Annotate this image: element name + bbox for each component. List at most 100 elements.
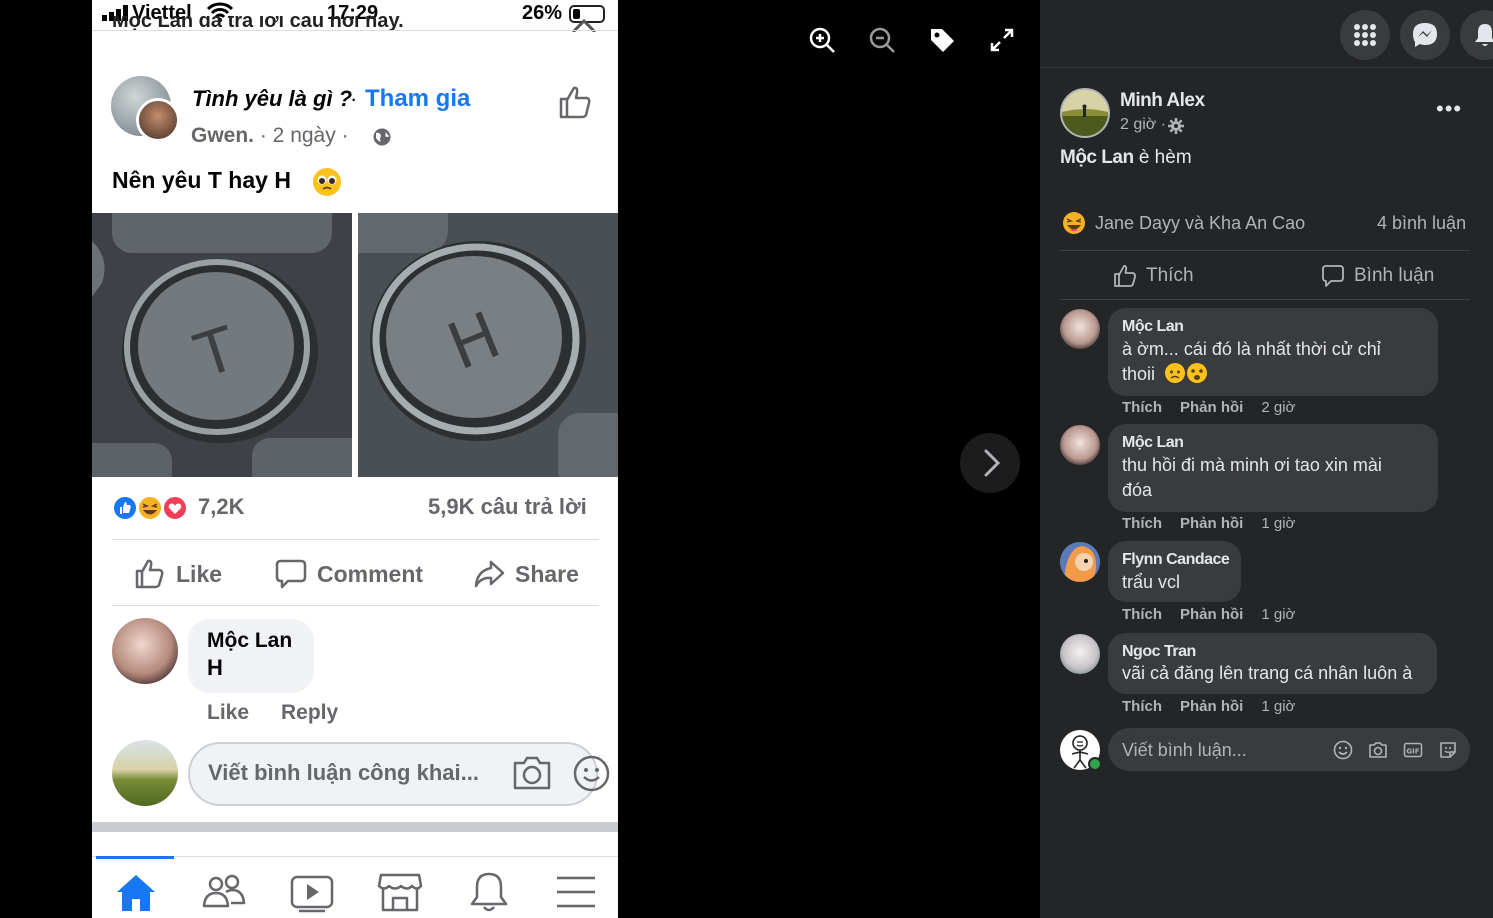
share-button[interactable]: Share (473, 556, 579, 592)
write-comment-placeholder: Viết bình luận... (1122, 740, 1247, 760)
marketplace-icon[interactable] (377, 870, 423, 914)
comment-line: vãi cả đăng lên trang cá nhân luôn à (1122, 663, 1413, 683)
divider (112, 605, 599, 606)
pleading-face-icon (313, 168, 341, 196)
thumbs-up-icon (1114, 265, 1136, 287)
panel-comment-button[interactable]: Bình luận (1321, 264, 1434, 288)
menu-grid-button[interactable] (1340, 10, 1390, 60)
haha-reaction-icon[interactable] (1062, 211, 1086, 235)
comment-like-link[interactable]: Thích (1122, 606, 1162, 623)
comment-button[interactable]: Comment (275, 556, 423, 592)
comment-reply-link[interactable]: Phản hồi (1180, 606, 1243, 623)
caption-text: è hèm (1133, 147, 1192, 168)
answers-count[interactable]: 5,9K câu trả lời (428, 494, 587, 520)
comment-time[interactable]: 1 giờ (1261, 606, 1295, 623)
friends-icon[interactable] (201, 870, 247, 914)
comment-line-with-emoji: thoii (1122, 362, 1381, 387)
comment-reply-link[interactable]: Phản hồi (1180, 399, 1243, 416)
next-photo-button[interactable] (960, 433, 1020, 493)
comment-time[interactable]: 1 giờ (1261, 515, 1295, 532)
like-button[interactable]: Like (134, 556, 222, 592)
comment-text: trẩu vcl (1122, 570, 1180, 595)
comment-text: thu hồi đi mà minh ơi tao xin mài đóa (1122, 453, 1382, 503)
notifications-button[interactable] (1460, 10, 1493, 60)
emoji-icon[interactable] (1333, 740, 1353, 760)
comment-icon (275, 559, 307, 589)
zoom-out-icon[interactable] (868, 26, 896, 54)
comment-author[interactable]: Mộc Lan (1122, 434, 1184, 452)
comment-author[interactable]: Flynn Candace (1122, 551, 1230, 569)
comment-time[interactable]: 1 giờ (1261, 698, 1295, 715)
reaction-icons[interactable] (112, 493, 192, 523)
comment-like-link[interactable]: Thích (1122, 515, 1162, 532)
comment-reply-link[interactable]: Reply (281, 701, 338, 725)
comment-like-link[interactable]: Like (207, 701, 249, 725)
gif-icon[interactable]: GIF (1403, 740, 1423, 760)
comment-avatar[interactable] (1060, 425, 1100, 465)
post-author-avatar[interactable] (1060, 88, 1110, 138)
globe-icon (373, 128, 391, 146)
panel-divider (1040, 67, 1493, 68)
comment-avatar[interactable] (1060, 542, 1100, 582)
reaction-count[interactable]: 7,2K (198, 494, 244, 520)
panel-like-label: Thích (1146, 265, 1194, 286)
mentioned-user[interactable]: Mộc Lan (1060, 147, 1134, 168)
comment-author[interactable]: Ngoc Tran (1122, 643, 1196, 661)
my-avatar[interactable] (112, 740, 178, 806)
post-image-h[interactable]: H (358, 213, 618, 477)
camera-icon[interactable] (511, 753, 553, 793)
bell-icon (1475, 24, 1493, 46)
post-time[interactable]: 2 giờ · (1120, 116, 1166, 134)
keyboard-t-image: T (92, 213, 352, 477)
thumbs-up-icon (135, 559, 164, 589)
menu-icon[interactable] (553, 870, 599, 914)
chevron-right-icon (984, 449, 1001, 477)
tag-icon[interactable] (928, 26, 956, 54)
comment-avatar[interactable] (1060, 634, 1100, 674)
comment-reply-link[interactable]: Phản hồi (1180, 698, 1243, 715)
messenger-button[interactable] (1400, 10, 1450, 60)
comment-actions: Thích Phản hồi 1 giờ (1122, 698, 1295, 715)
comment-line: đóa (1122, 480, 1153, 500)
divider (112, 539, 599, 540)
commenter-avatar[interactable] (112, 618, 178, 684)
thumbs-up-icon[interactable] (557, 84, 593, 120)
home-icon[interactable] (113, 870, 159, 914)
post-author-name[interactable]: Minh Alex (1120, 90, 1205, 112)
author-name[interactable]: Gwen. (191, 124, 254, 147)
smiley-icon[interactable] (573, 755, 610, 792)
comment-author[interactable]: Mộc Lan (1122, 318, 1184, 336)
comment-count[interactable]: 4 bình luận (1377, 213, 1466, 234)
post-meta: Gwen. · 2 ngày · (191, 124, 349, 148)
comment-time[interactable]: 2 giờ (1261, 399, 1295, 416)
comment-avatar[interactable] (1060, 309, 1100, 349)
group-name[interactable]: Tình yêu là gì ? (192, 86, 352, 112)
commenter-name[interactable]: Mộc Lan (207, 629, 292, 653)
more-options-icon[interactable]: ••• (1436, 96, 1462, 122)
author-avatar[interactable] (136, 98, 180, 142)
comment-like-link[interactable]: Thích (1122, 698, 1162, 715)
comment-line: thu hồi đi mà minh ơi tao xin mài (1122, 455, 1382, 475)
notifications-bell-icon[interactable] (466, 870, 512, 914)
comment-text: à ờm... cái đó là nhất thời cử chỉ thoii (1122, 337, 1381, 387)
comment-reply-link[interactable]: Phản hồi (1180, 515, 1243, 532)
reactors-text[interactable]: Jane Dayy và Kha An Cao (1095, 213, 1305, 234)
gif-label: GIF (1406, 748, 1419, 756)
share-label: Share (515, 560, 579, 587)
worried-faces-icon (1165, 363, 1208, 383)
join-group-link[interactable]: Tham gia (365, 85, 470, 113)
panel-like-button[interactable]: Thích (1113, 264, 1194, 288)
fullscreen-icon[interactable] (988, 26, 1016, 54)
sticker-icon[interactable] (1438, 740, 1458, 760)
watch-icon[interactable] (289, 870, 335, 914)
keyboard-h-image: H (358, 213, 618, 477)
zoom-in-icon[interactable] (808, 26, 836, 54)
divider (1060, 250, 1470, 251)
comment-line: thoii (1122, 364, 1156, 384)
comment-line: à ờm... cái đó là nhất thời cử chỉ (1122, 339, 1381, 359)
comment-text: vãi cả đăng lên trang cá nhân luôn à (1122, 661, 1412, 686)
comment-label: Comment (317, 560, 424, 587)
comment-like-link[interactable]: Thích (1122, 399, 1162, 416)
post-image-t[interactable]: T (92, 213, 352, 477)
camera-icon[interactable] (1368, 740, 1388, 760)
